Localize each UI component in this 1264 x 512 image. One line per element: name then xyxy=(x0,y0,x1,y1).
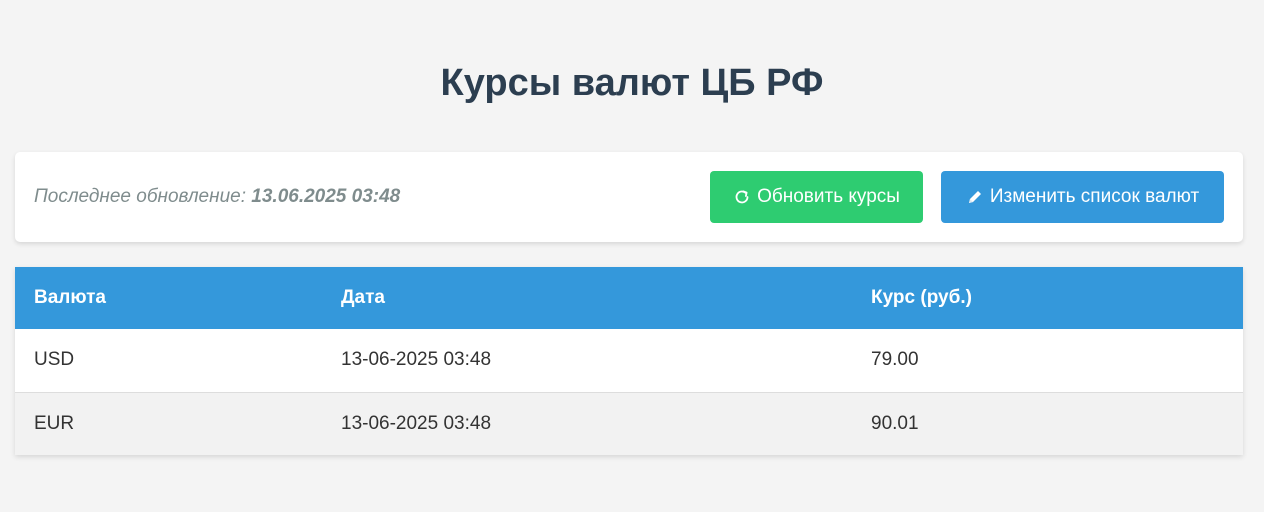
cell-currency: EUR xyxy=(15,392,322,455)
column-header-currency: Валюта xyxy=(15,267,322,329)
page-title: Курсы валют ЦБ РФ xyxy=(440,62,824,104)
cell-currency: USD xyxy=(15,329,322,393)
table-row: USD 13-06-2025 03:48 79.00 xyxy=(15,329,1243,393)
edit-currency-list-label: Изменить список валют xyxy=(989,186,1200,207)
refresh-icon xyxy=(733,188,751,206)
table-row: EUR 13-06-2025 03:48 90.01 xyxy=(15,392,1243,455)
edit-currency-list-button[interactable]: Изменить список валют xyxy=(941,171,1224,223)
pencil-icon xyxy=(966,188,984,206)
cell-date: 13-06-2025 03:48 xyxy=(322,329,852,393)
cell-date: 13-06-2025 03:48 xyxy=(322,392,852,455)
last-update-value: 13.06.2025 03:48 xyxy=(251,186,401,207)
cell-rate: 79.00 xyxy=(852,329,1243,393)
refresh-rates-button[interactable]: Обновить курсы xyxy=(710,171,923,223)
info-panel: Последнее обновление: 13.06.2025 03:48 О… xyxy=(15,152,1243,242)
rates-table: Валюта Дата Курс (руб.) USD 13-06-2025 0… xyxy=(15,267,1243,455)
table-header-row: Валюта Дата Курс (руб.) xyxy=(15,267,1243,329)
last-update-text: Последнее обновление: 13.06.2025 03:48 xyxy=(34,186,400,208)
last-update-label: Последнее обновление: xyxy=(34,186,246,207)
cell-rate: 90.01 xyxy=(852,392,1243,455)
column-header-date: Дата xyxy=(322,267,852,329)
refresh-rates-label: Обновить курсы xyxy=(757,186,900,207)
column-header-rate: Курс (руб.) xyxy=(852,267,1243,329)
